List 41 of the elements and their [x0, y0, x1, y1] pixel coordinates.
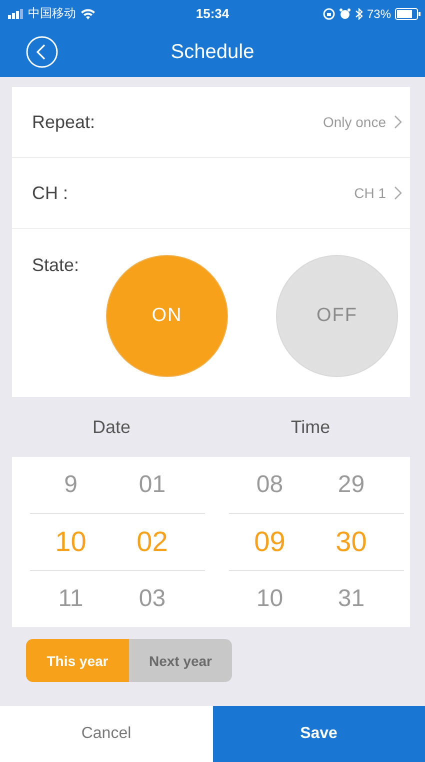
state-toggle[interactable]: OFF — [276, 255, 398, 377]
year-tab[interactable]: This year — [26, 639, 129, 682]
save-button[interactable]: Save — [212, 706, 425, 762]
wifi-icon — [80, 8, 96, 20]
signal-icon — [8, 8, 24, 18]
bluetooth-icon — [354, 8, 363, 20]
state-toggle[interactable]: ON — [106, 255, 228, 377]
picker-value[interactable]: 11 — [58, 570, 84, 627]
setting-row[interactable]: CH : CH 1 — [12, 158, 410, 229]
picker-value[interactable]: 09 — [254, 514, 286, 570]
picker-value[interactable]: 10 — [256, 570, 284, 627]
picker-value[interactable]: 29 — [338, 457, 365, 514]
chevron-icon — [394, 186, 402, 200]
picker-value[interactable]: 31 — [338, 570, 365, 627]
picker-value[interactable]: 9 — [64, 457, 78, 514]
cancel-button[interactable]: Cancel — [0, 706, 212, 762]
setting-row[interactable]: Repeat: Only once — [12, 87, 410, 158]
alarm-icon — [338, 8, 351, 20]
setting-value: Only once — [322, 114, 386, 130]
picker-value[interactable]: 03 — [138, 570, 166, 627]
back-button[interactable] — [26, 36, 58, 68]
picker-label: Date — [92, 416, 131, 436]
picker-value[interactable]: 08 — [256, 457, 284, 514]
setting-value: CH 1 — [354, 185, 386, 201]
picker-value[interactable]: 01 — [138, 457, 166, 514]
rotation-lock-icon — [322, 8, 335, 20]
picker-value[interactable]: 02 — [136, 514, 168, 570]
picker-value[interactable]: 30 — [336, 514, 367, 570]
battery-percent: 73% — [366, 6, 391, 20]
setting-label: CH : — [32, 182, 68, 204]
carrier-name: 中国移动 — [28, 5, 76, 22]
picker-label: Time — [290, 416, 330, 436]
back-icon — [26, 36, 58, 68]
year-tab[interactable]: Next year — [129, 639, 232, 682]
battery-icon — [395, 8, 421, 20]
screen-title: Schedule — [170, 40, 254, 64]
status-time: 15:34 — [196, 6, 230, 21]
picker-value[interactable]: 10 — [55, 514, 86, 570]
state-label: State: — [32, 255, 80, 277]
chevron-icon — [394, 115, 402, 129]
setting-label: Repeat: — [32, 112, 96, 132]
